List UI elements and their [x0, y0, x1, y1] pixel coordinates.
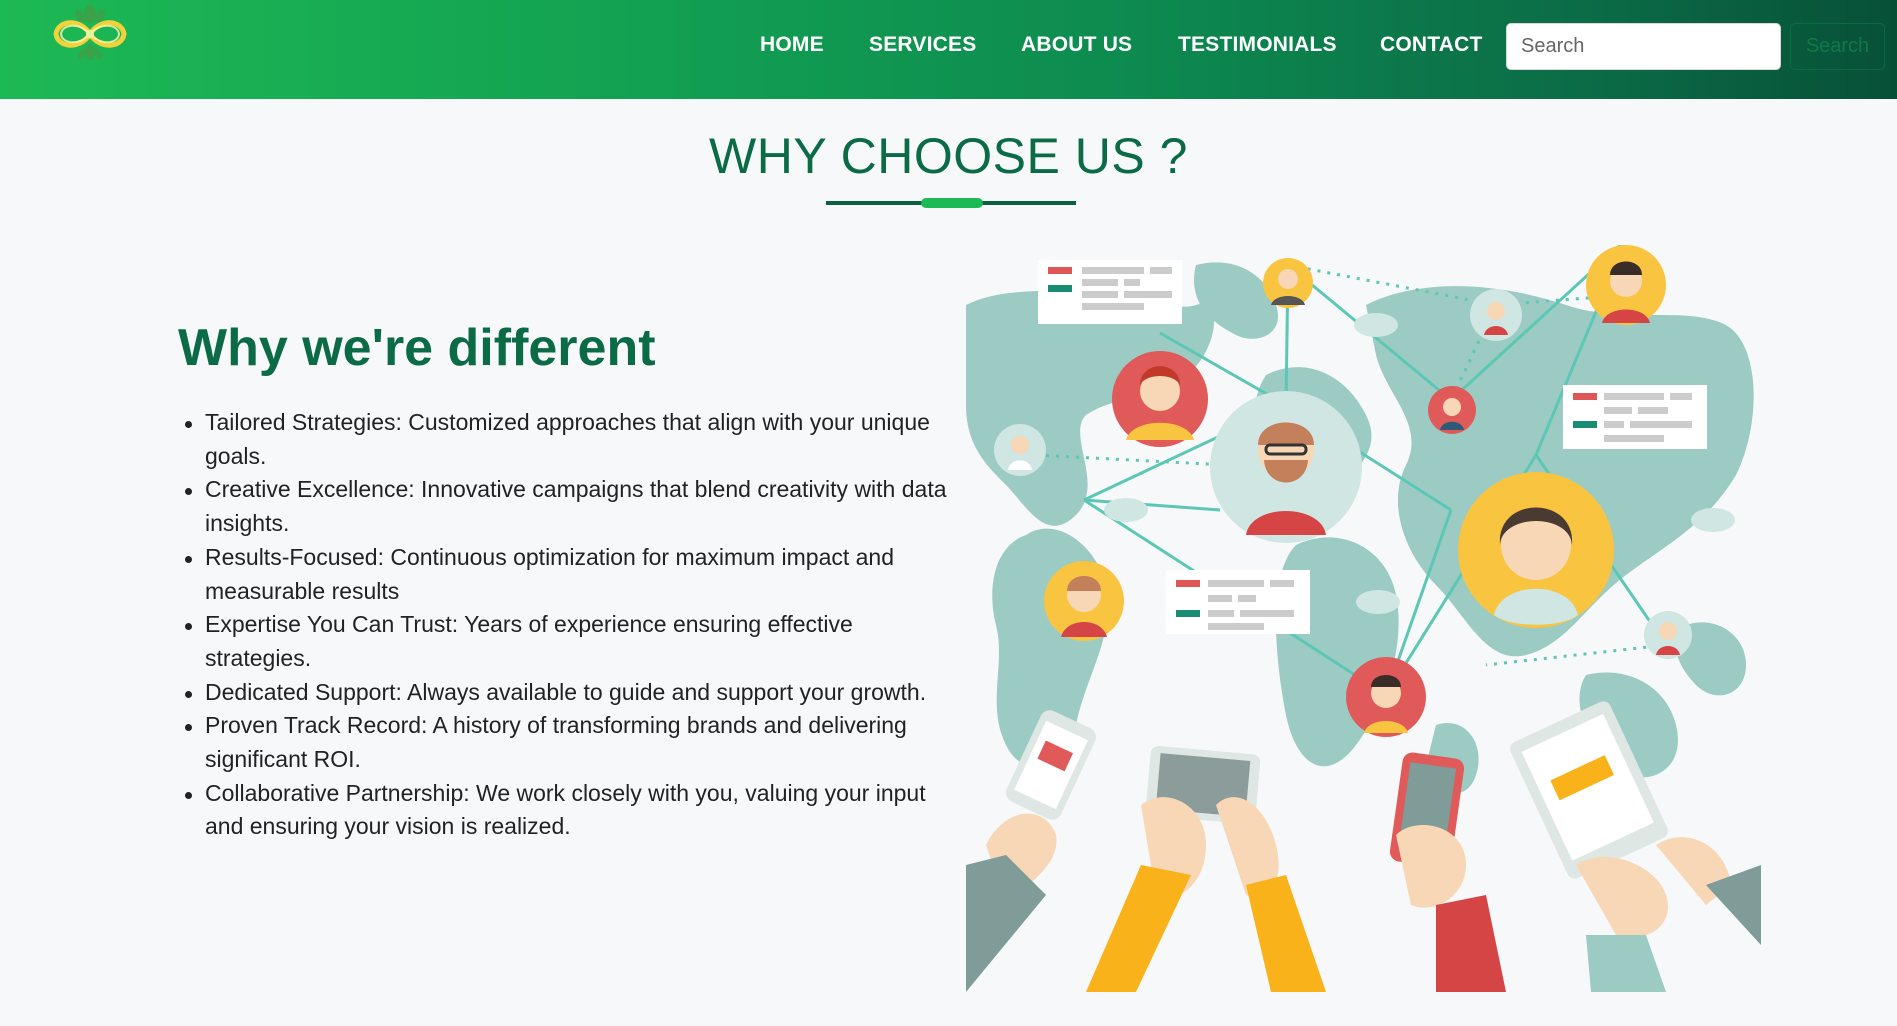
features-list: Tailored Strategies: Customized approach… [178, 406, 948, 844]
hand-tablet-center [1086, 746, 1326, 992]
nav-home[interactable]: HOME [760, 33, 824, 57]
list-item: Dedicated Support: Always available to g… [178, 676, 948, 710]
title-underline-divider [826, 198, 1076, 208]
page-title: WHY CHOOSE US ? [709, 128, 1188, 184]
navbar: HOME SERVICES ABOUT US TESTIMONIALS CONT… [0, 0, 1897, 99]
list-item: Collaborative Partnership: We work close… [178, 777, 948, 844]
search-input[interactable] [1506, 23, 1781, 70]
avatar [1346, 657, 1426, 737]
message-card [1166, 570, 1310, 634]
avatar [1263, 258, 1313, 308]
avatar [1428, 386, 1476, 434]
brand-logo[interactable] [46, 4, 134, 64]
avatar [1458, 472, 1614, 628]
list-item: Proven Track Record: A history of transf… [178, 709, 948, 776]
message-card [1563, 385, 1707, 449]
list-item: Tailored Strategies: Customized approach… [178, 406, 948, 473]
avatar [1044, 561, 1124, 641]
nav-services[interactable]: SERVICES [869, 33, 976, 57]
search-button[interactable]: Search [1790, 23, 1885, 70]
nav-contact[interactable]: CONTACT [1380, 33, 1483, 57]
avatar [1470, 289, 1522, 341]
section-subheading: Why we're different [178, 319, 656, 377]
avatar [1644, 611, 1692, 659]
list-item: Creative Excellence: Innovative campaign… [178, 473, 948, 540]
hand-phone-left [966, 710, 1097, 992]
list-item: Expertise You Can Trust: Years of experi… [178, 608, 948, 675]
list-item: Results-Focused: Continuous optimization… [178, 541, 948, 608]
network-map-illustration [966, 245, 1761, 992]
nav-testimonials[interactable]: TESTIMONIALS [1178, 33, 1337, 57]
hand-phone-red [1389, 752, 1506, 992]
message-card [1038, 260, 1182, 324]
avatar [1586, 245, 1666, 325]
avatar [994, 424, 1046, 476]
nav-about-us[interactable]: ABOUT US [1021, 33, 1132, 57]
avatar [1210, 391, 1362, 543]
avatar [1112, 351, 1208, 447]
